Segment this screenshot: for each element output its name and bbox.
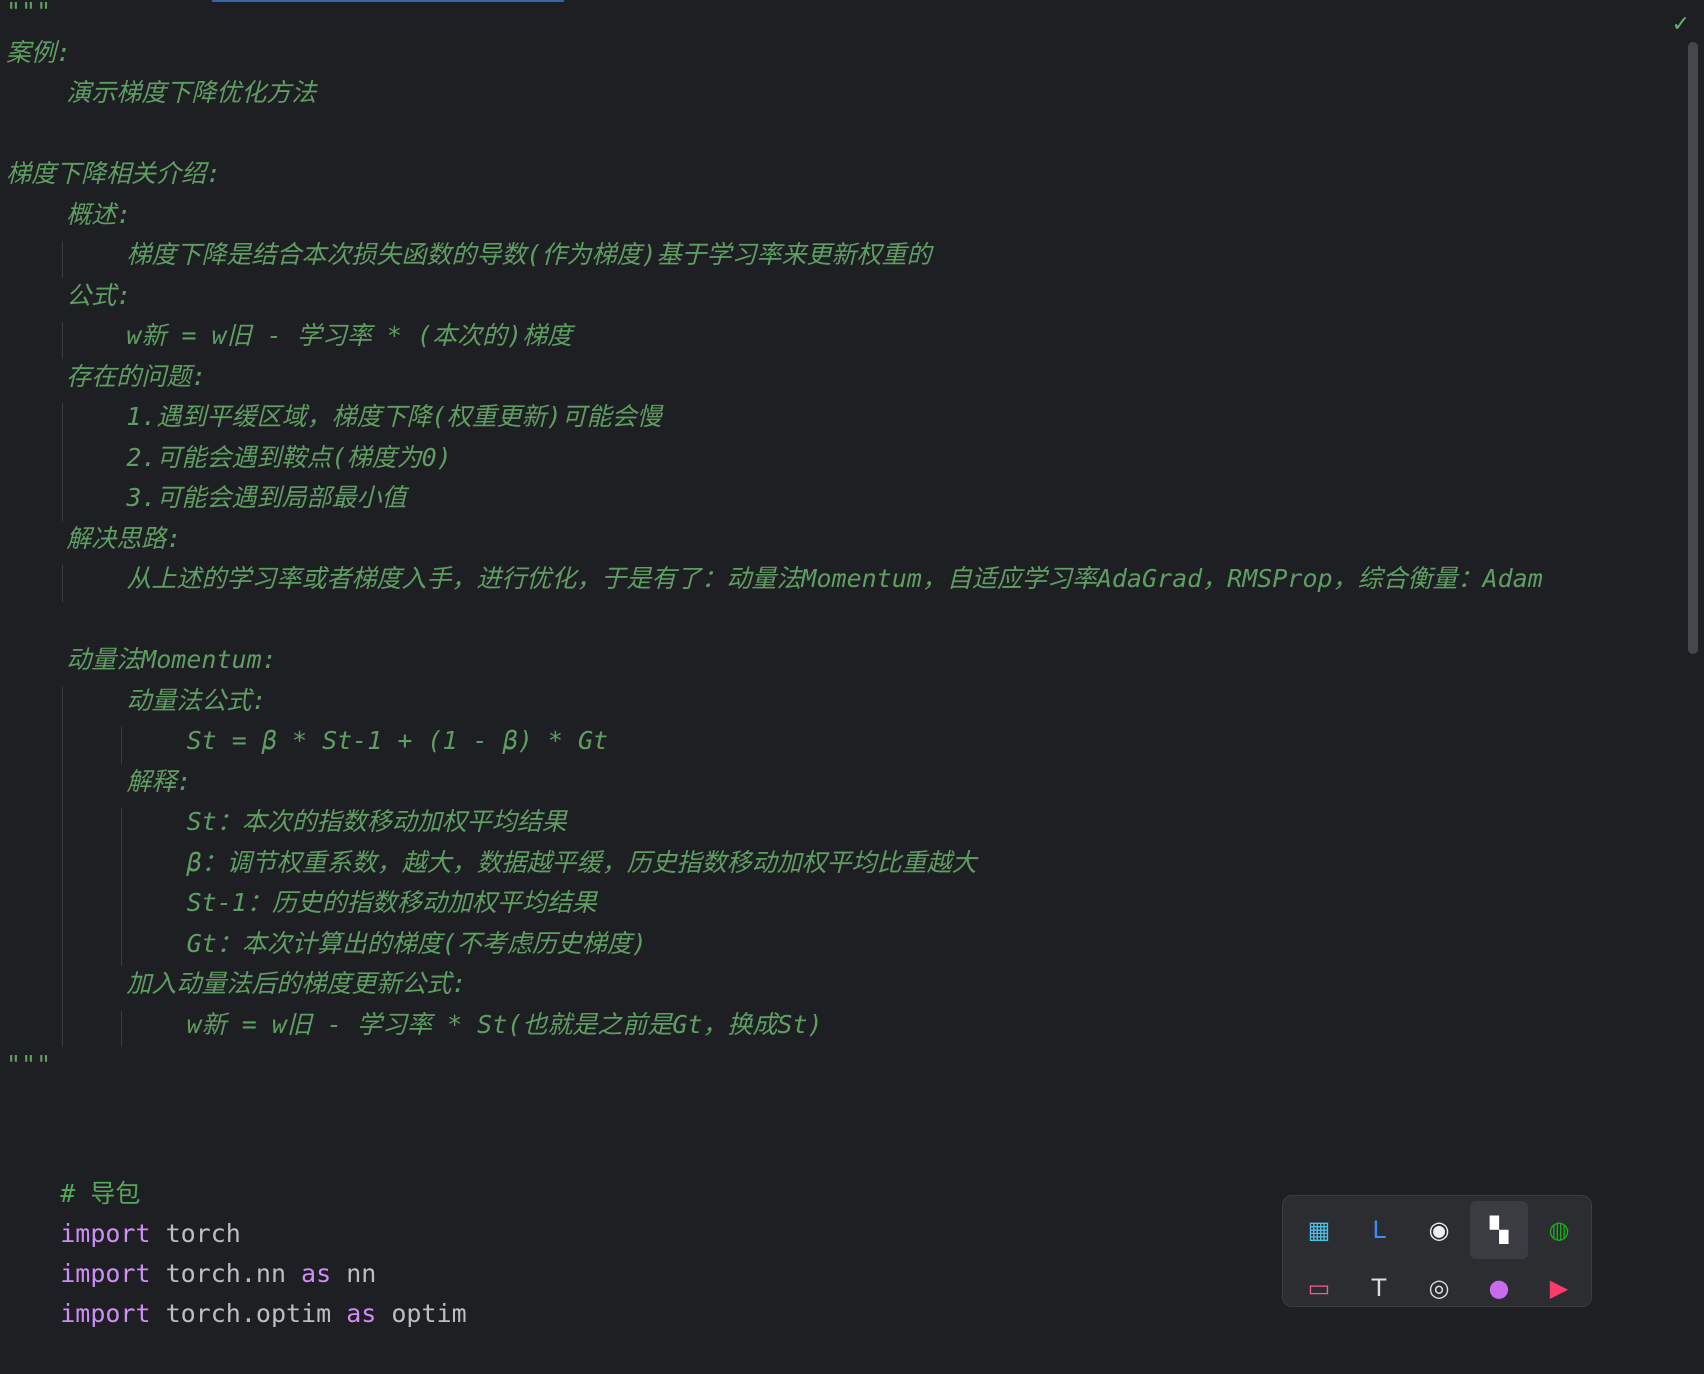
bilibili-icon[interactable]: ▭ [1299, 1268, 1339, 1308]
module-alias: optim [376, 1299, 467, 1328]
docstring-line: 1.遇到平缓区域，梯度下降(权重更新)可能会慢 [6, 402, 662, 431]
docstring-line: 梯度下降是结合本次损失函数的导数(作为梯度)基于学习率来更新权重的 [6, 240, 932, 269]
docstring-line: 概述: [6, 199, 132, 229]
code-editor[interactable]: """ 案例: 演示梯度下降优化方法 梯度下降相关介绍: 概述: 梯度下降是结合本次… [0, 0, 1704, 1328]
vertical-scrollbar[interactable] [1688, 42, 1698, 654]
docstring-line: 案例: [6, 37, 72, 67]
indent-guide [62, 686, 63, 1047]
docstring-line: 存在的问题: [6, 361, 207, 391]
docstring-line: St：本次的指数移动加权平均结果 [6, 807, 567, 836]
docstring-line: 解释: [6, 766, 192, 796]
shield-l-icon[interactable]: L [1359, 1210, 1399, 1250]
docstring-line: St = β * St-1 + (1 - β) * Gt [6, 726, 609, 755]
docstring-line: St-1：历史的指数移动加权平均结果 [6, 888, 597, 917]
camera-icon[interactable]: ◎ [1419, 1268, 1459, 1308]
module-name: torch.optim [150, 1299, 347, 1328]
pycharm-icon[interactable]: ▦ [1299, 1210, 1339, 1250]
indent-guide [121, 727, 122, 764]
indent-guide [62, 565, 63, 602]
inspection-ok-icon[interactable]: ✓ [1672, 12, 1690, 37]
docstring-line: w新 = w旧 - 学习率 * (本次的)梯度 [6, 321, 573, 350]
docstring-line: 公式: [6, 280, 132, 310]
docstring-line: 加入动量法后的梯度更新公式: [6, 969, 467, 998]
import-line-3: import torch.optim as optim [0, 1254, 466, 1328]
docstring-line: 解决思路: [6, 523, 182, 553]
qq-penguin-icon[interactable]: ◉ [1419, 1210, 1459, 1250]
import-keyword: import [60, 1299, 151, 1328]
typora-icon[interactable]: T [1359, 1268, 1399, 1308]
indent-guide [62, 241, 63, 278]
indent-guide [62, 403, 63, 521]
docstring-line: """ [6, 1050, 52, 1079]
docstring-line: 动量法Momentum: [6, 645, 277, 674]
docstring-line: 3.可能会遇到局部最小值 [6, 483, 407, 512]
docstring-line: 动量法公式: [6, 685, 267, 715]
docstring-line: w新 = w旧 - 学习率 * St(也就是之前是Gt，换成St) [6, 1009, 823, 1039]
indent-guide [121, 808, 122, 966]
music-icon[interactable]: ● [1479, 1268, 1519, 1308]
wechat-icon[interactable]: ◍ [1539, 1210, 1579, 1250]
video-play-icon[interactable]: ▶ [1539, 1268, 1579, 1308]
docstring-line: β：调节权重系数，越大，数据越平缓，历史指数移动加权平均比重越大 [6, 847, 977, 877]
as-keyword: as [346, 1299, 377, 1328]
bookmark-app-icon[interactable]: ▚ [1470, 1201, 1528, 1259]
docstring-line: 梯度下降相关介绍: [6, 159, 222, 188]
indent-guide [121, 1010, 122, 1047]
import-line-1: import torch [0, 1174, 241, 1248]
docstring-line: """ [6, 0, 52, 26]
docstring-line: Gt：本次计算出的梯度(不考虑历史梯度) [6, 928, 647, 958]
comment-line: # 导包 [0, 1134, 140, 1208]
system-tray-popup: ▦ L ◉ ▚ ◍ ▭ T ◎ ● ▶ [1282, 1195, 1592, 1307]
import-line-2: import torch.nn as nn [0, 1214, 376, 1288]
docstring-line: 从上述的学习率或者梯度入手，进行优化，于是有了：动量法Momentum，自适应学… [6, 564, 1543, 593]
active-tab-indicator [212, 0, 564, 2]
indent-guide [62, 322, 63, 359]
docstring-line: 2.可能会遇到鞍点(梯度为0) [6, 442, 452, 472]
docstring-line: 演示梯度下降优化方法 [6, 78, 317, 107]
